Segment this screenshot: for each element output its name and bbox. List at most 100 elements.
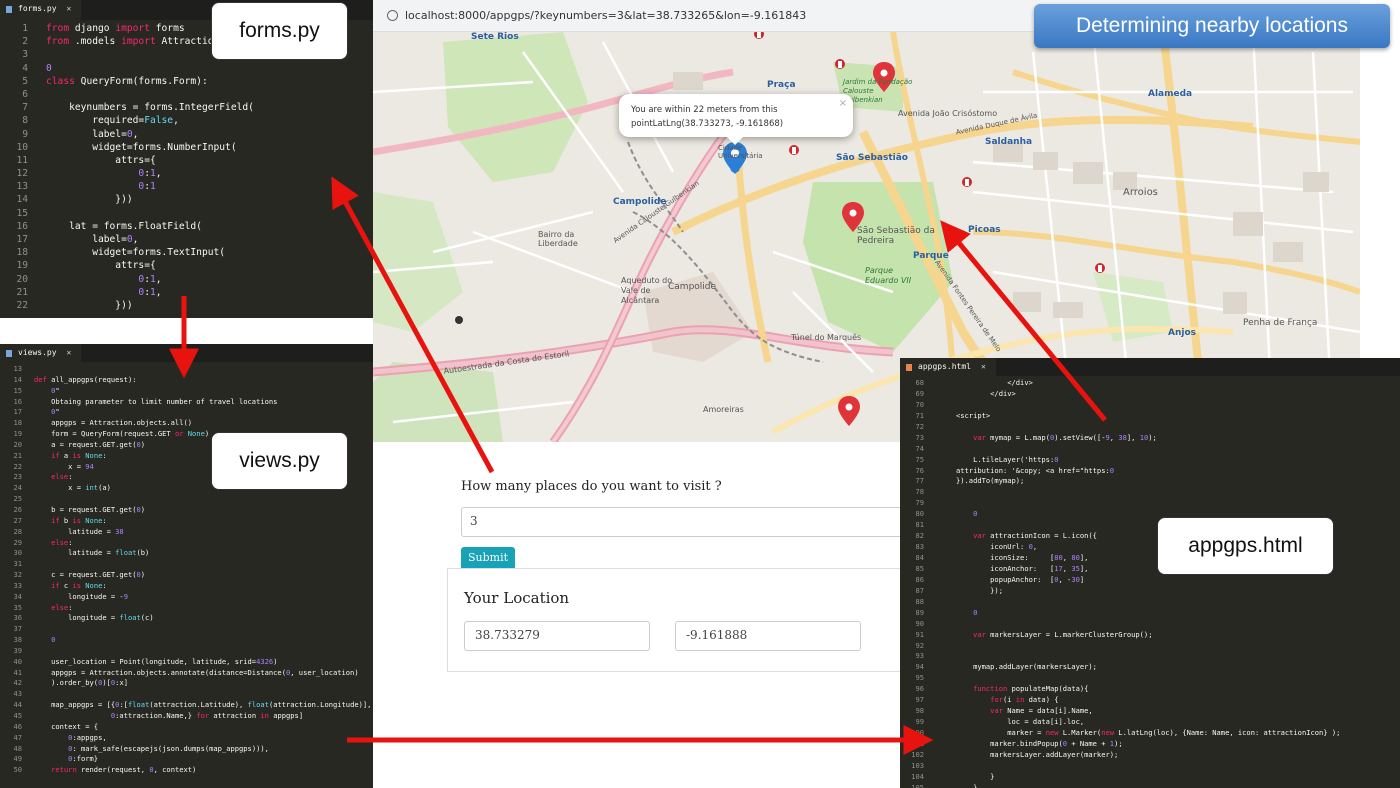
line-number: 25 [13,494,22,504]
code-line: 31 [0,559,373,570]
code-text: from .models import Attraction [46,36,220,48]
longitude-input[interactable]: -9.161888 [675,621,861,651]
latitude-input[interactable]: 38.733279 [464,621,650,651]
title-banner: Determining nearby locations [1034,4,1390,48]
code-line: 103 [900,761,1400,772]
callout-views: views.py [211,432,348,490]
close-icon[interactable]: ✕ [67,4,72,13]
code-text: 0 [51,635,56,645]
code-line: 19 attrs={ [0,259,373,272]
line-number: 26 [13,504,22,514]
submit-button[interactable]: Submit [461,547,515,569]
line-number: 49 [13,754,22,764]
map-label: Saldanha [985,137,1033,147]
code-area[interactable]: 1 from django import forms 2 from .models i… [0,22,373,312]
close-icon[interactable]: ✕ [981,362,986,371]
map-label: Anjos [1168,328,1196,338]
line-number: 6 [22,88,28,100]
code-line: 76 attribution: '&copy; <a href="https:0 [900,466,1400,477]
url-text[interactable]: localhost:8000/appgps/?keynumbers=3&lat=… [405,9,806,22]
line-number: 40 [13,656,22,666]
line-number: 36 [13,613,22,623]
map-label: Avenida João Crisóstomo [898,109,998,118]
line-number: 31 [13,559,22,569]
map-label: Amoreiras [703,405,744,414]
line-number: 7 [22,102,28,114]
code-text: attrs={ [46,154,156,166]
query-form: How many places do you want to visit ? 3… [447,462,977,672]
places-count-input[interactable]: 3 [461,507,921,537]
code-text: 0:1, [138,168,162,180]
tab-label: views.py [18,348,57,357]
code-line: 104 } [900,772,1400,783]
code-line: 34 longitude = -9 [0,592,373,603]
code-line: 96 function populateMap(data){ [900,684,1400,695]
code-text: widget=forms.TextInput( [46,247,226,259]
code-text: 0" [51,385,60,395]
line-number: 81 [915,520,924,530]
code-text: }).addTo(mymap); [956,476,1025,486]
code-line: 40 user_location = Point(longitude, lati… [0,657,373,668]
map-label: Picoas [968,225,1001,235]
code-line: 49 0:form} [0,754,373,765]
code-text: lat = forms.FloatField( [46,220,202,232]
map-label: Túnel do Marquês [791,333,862,342]
code-text: iconSize: [80, 80], [956,553,1089,562]
code-text: user_location = Point(longitude, latitud… [34,656,278,666]
line-number: 42 [13,678,22,688]
code-line: 13 [0,364,373,375]
python-file-icon [6,350,12,357]
line-number: 16 [13,396,22,406]
code-area[interactable]: 68 </div> 69 </div> 70 71 <script> 72 73 var m… [900,378,1400,788]
code-line: 20 0:1, [0,273,373,286]
map-label: Jardim da Fundação Calouste Gulbenkian [843,78,913,104]
tab-views-py[interactable]: views.py ✕ [0,344,82,362]
code-line: 98 var Name = data[i].Name, [900,706,1400,717]
code-text: form = QueryForm(request.GET or None) [34,429,210,439]
tab-label: appgps.html [918,362,971,371]
line-number: 16 [16,220,28,232]
line-number: 17 [13,407,22,417]
code-text: <script> [956,410,991,420]
tab-forms-py[interactable]: forms.py ✕ [0,0,82,20]
close-icon[interactable]: × [839,97,847,111]
code-text: x = int(a) [34,483,111,493]
code-line: 30 latitude = float(b) [0,548,373,559]
code-text: c = request.GET.get(0) [34,570,146,580]
editor-tabbar: appgps.html ✕ [900,358,1400,376]
code-text: widget=forms.NumberInput( [46,141,237,153]
code-line: 77}).addTo(mymap); [900,476,1400,487]
code-line: 71 <script> [900,411,1400,422]
line-number: 9 [22,128,28,140]
code-line: 15 [0,207,373,220]
code-line: 92 [900,641,1400,652]
line-number: 73 [915,432,924,442]
code-line: 95 [900,673,1400,684]
code-text: marker.bindPopup(0 + Name + 1); [956,738,1123,748]
code-text: def all_appgps(request): [34,374,137,384]
line-number: 75 [915,454,924,464]
tab-appgps-html[interactable]: appgps.html ✕ [900,358,996,376]
line-number: 98 [915,706,924,716]
code-line: 8 required=False, [0,114,373,127]
line-number: 95 [915,673,924,683]
code-text: if c is None: [51,580,107,590]
code-area[interactable]: 13 14 def all_appgps(request): 15 0" 16 Obta… [0,364,373,776]
code-line: 45 0:attraction.Name,} for attraction in… [0,711,373,722]
line-number: 19 [16,260,28,272]
code-text: var markersLayer = L.markerClusterGroup(… [973,629,1153,639]
code-line: 29 else: [0,538,373,549]
code-text: 0: mark_safe(escapejs(json.dumps(map_app… [68,743,269,753]
code-line: 37 [0,624,373,635]
code-line: 39 [0,646,373,657]
code-line: 6 [0,88,373,101]
code-text: for(i in data) { [990,695,1059,705]
line-number: 34 [13,591,22,601]
code-text: latitude = float(b) [34,548,150,558]
line-number: 96 [915,684,924,694]
close-icon[interactable]: ✕ [67,348,72,357]
html-file-icon [906,364,912,371]
info-icon[interactable] [387,10,398,21]
code-line: 78 [900,487,1400,498]
line-number: 89 [915,607,924,617]
